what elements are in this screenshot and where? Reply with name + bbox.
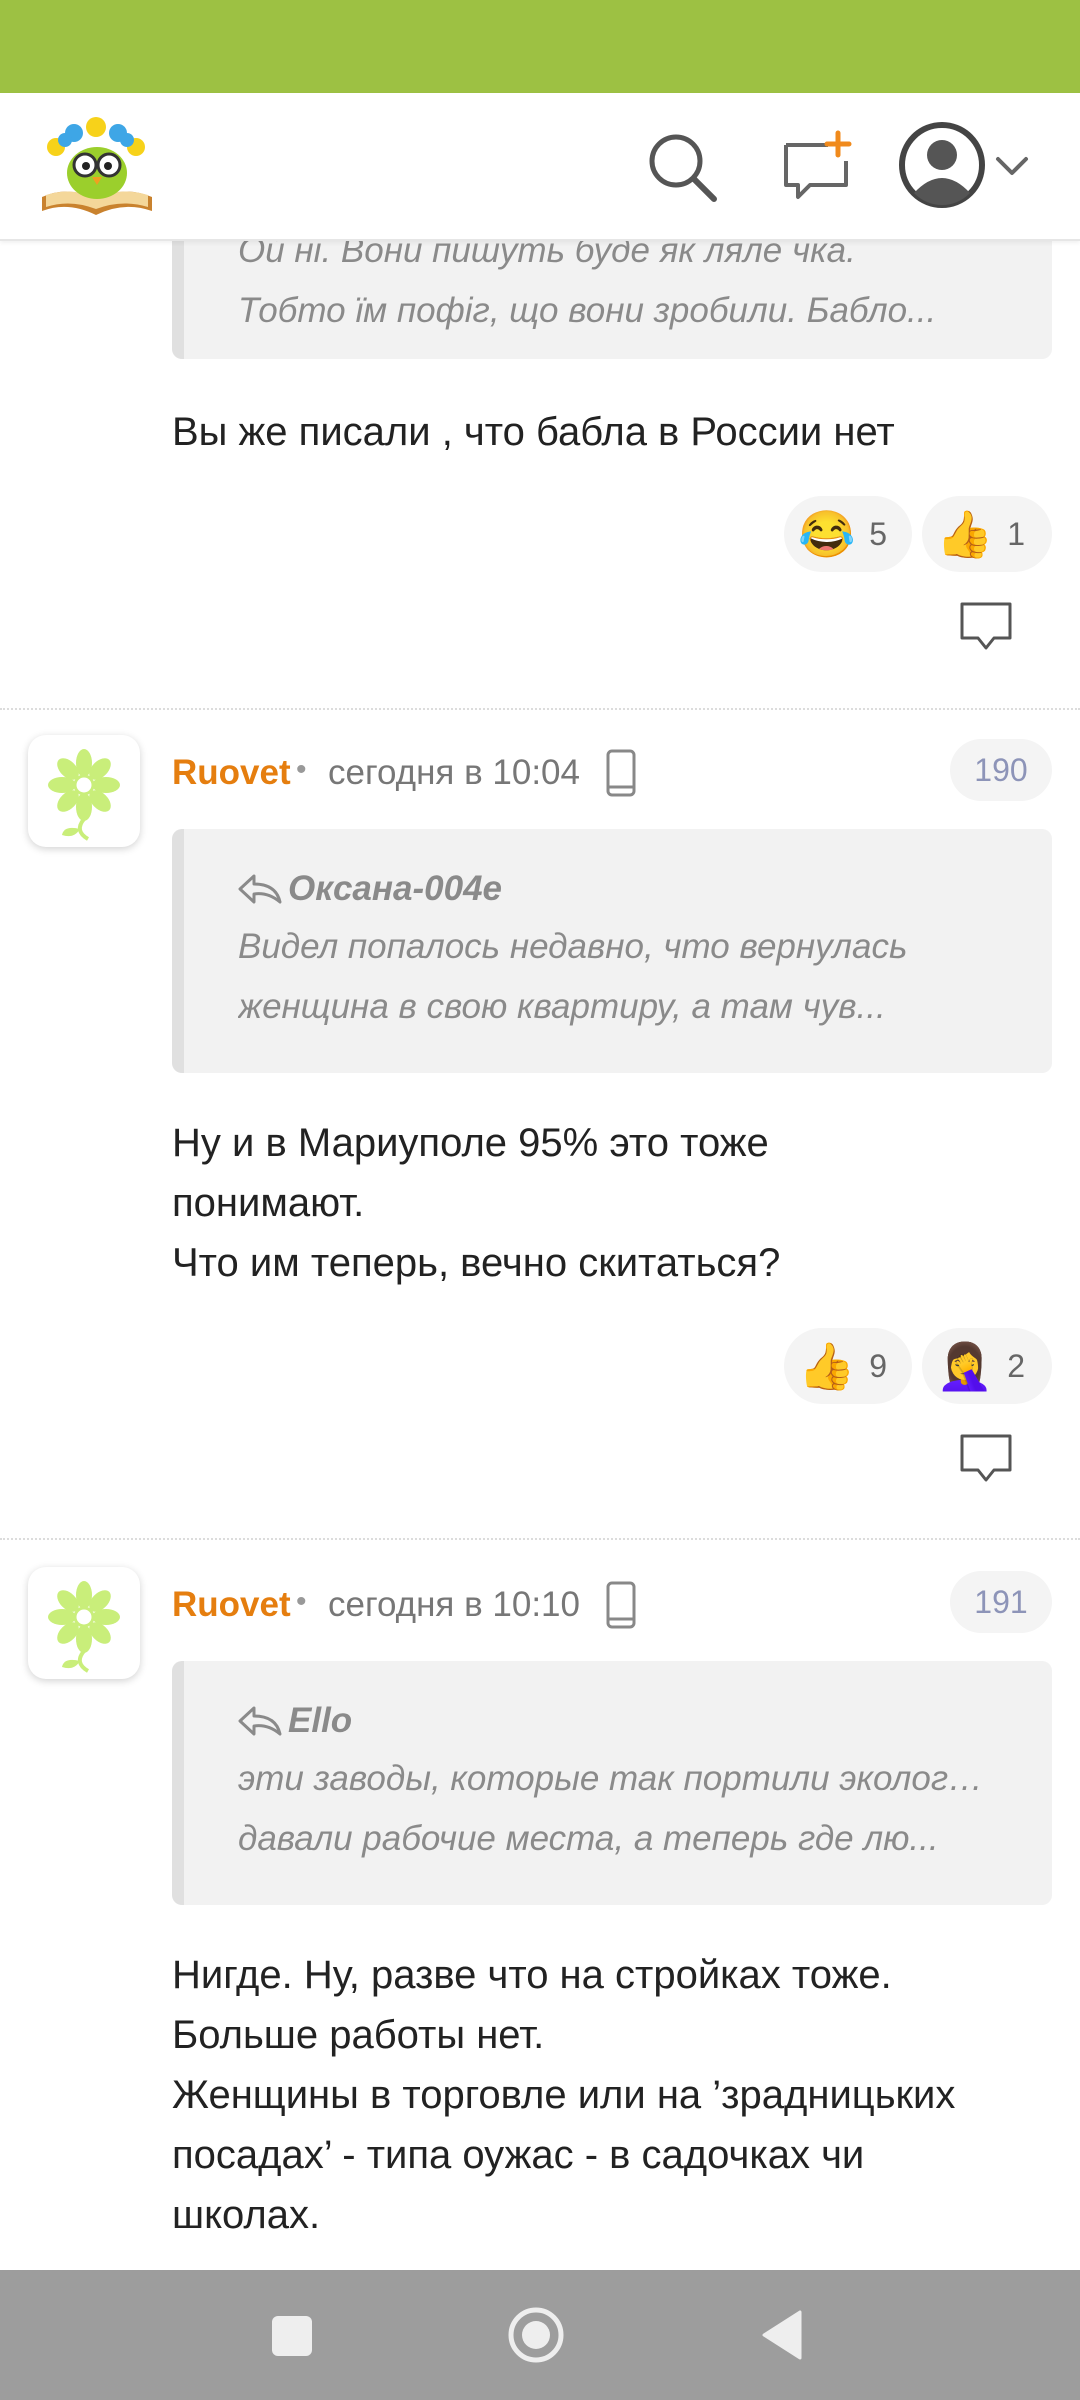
avatar[interactable] (28, 1567, 140, 1679)
quote-text-line: эти заводы, которые так портили экологию… (238, 1759, 1002, 1798)
thumbs-up-emoji-icon: 👍 (936, 508, 994, 560)
reaction-count: 2 (1007, 1347, 1026, 1384)
square-recents-icon[interactable] (270, 2314, 314, 2358)
comments-feed: Ой ні. Вони пишуть буде як ляле чка. Тоб… (0, 239, 1080, 2270)
comment-timestamp: сегодня в 10:04 (328, 753, 580, 792)
avatar[interactable] (28, 735, 140, 847)
separator-dot: • (296, 753, 307, 786)
comment-divider (0, 1538, 1080, 1540)
reply-icon[interactable] (956, 1430, 1016, 1486)
quote-block[interactable]: Ой ні. Вони пишуть буде як ляле чка. Тоб… (172, 239, 1052, 359)
quote-author-name: Ello (288, 1701, 353, 1740)
comment-header: Ruovet • сегодня в 10:10 191 (0, 1567, 1080, 1679)
quote-text-line: женщина в свою квартиру, а там чув... (238, 987, 886, 1026)
reply-arrow-icon (238, 1706, 282, 1736)
quote-author: Оксана-004е (238, 867, 502, 911)
reaction-thumbs-up[interactable]: 👍 9 (784, 1328, 912, 1404)
quote-block[interactable]: Ello эти заводы, которые так портили эко… (172, 1661, 1052, 1905)
reaction-facepalm[interactable]: 🤦‍♀️ 2 (922, 1328, 1052, 1404)
author-name[interactable]: Ruovet (172, 1585, 291, 1625)
comment-text-line: Вы же писали , что бабла в России нет (172, 410, 895, 454)
reaction-count: 5 (869, 515, 888, 552)
quote-author-name: Оксана-004е (288, 869, 503, 908)
reaction-laugh[interactable]: 😂 5 (784, 496, 912, 572)
circle-home-icon[interactable] (506, 2305, 566, 2365)
mobile-device-icon (606, 749, 636, 797)
comment-text-line: Больше работы нет. (172, 2013, 545, 2057)
comment-text: Вы же писали , что бабла в России нет (172, 402, 1052, 462)
system-navigation-bar (0, 2270, 1080, 2400)
user-avatar-icon[interactable] (898, 121, 986, 209)
comment-number-badge[interactable]: 190 (950, 739, 1052, 801)
comment-text-line: Нигде. Ну, разве что на стройках тоже. (172, 1953, 892, 1997)
quote-author: Ello (238, 1699, 352, 1743)
reaction-count: 9 (869, 1347, 888, 1384)
chevron-down-icon[interactable] (994, 149, 1030, 185)
comment-text: Ну и в Мариуполе 95% это тоже понимают. … (172, 1113, 1052, 1293)
reaction-thumbs-up[interactable]: 👍 1 (922, 496, 1052, 572)
flower-avatar-icon (48, 749, 120, 841)
search-icon[interactable] (642, 127, 722, 207)
comment-number-badge[interactable]: 191 (950, 1571, 1052, 1633)
comment-divider (0, 708, 1080, 710)
comment-text-line: Что им теперь, вечно скитаться? (172, 1241, 781, 1285)
new-message-icon[interactable] (776, 127, 856, 207)
quote-text-line: Видел попалось недавно, что вернулась (238, 927, 908, 966)
flower-avatar-icon (48, 1581, 120, 1673)
quote-text-line: Тобто їм пофіг, що вони зробили. Бабло..… (238, 291, 937, 330)
quote-text-line: Ой ні. Вони пишуть буде як ляле чка. (238, 239, 856, 270)
separator-dot: • (296, 1585, 307, 1618)
facepalm-emoji-icon: 🤦‍♀️ (936, 1340, 994, 1392)
comment-text-line: Ну и в Мариуполе 95% это тоже (172, 1121, 769, 1165)
quote-block[interactable]: Оксана-004е Видел попалось недавно, что … (172, 829, 1052, 1073)
reply-arrow-icon (238, 874, 282, 904)
comment-text-line: Женщины в торговле или на ’зрадницьких (172, 2073, 956, 2117)
thumbs-up-emoji-icon: 👍 (798, 1340, 856, 1392)
owl-on-book-logo[interactable] (34, 111, 160, 221)
comment-text-line: школах. (172, 2193, 321, 2237)
comment-header: Ruovet • сегодня в 10:04 190 (0, 735, 1080, 847)
laughing-emoji-icon: 😂 (798, 508, 856, 560)
reaction-count: 1 (1007, 515, 1026, 552)
comment-text: Нигде. Ну, разве что на стройках тоже. Б… (172, 1945, 1052, 2245)
triangle-back-icon[interactable] (760, 2310, 804, 2360)
comment-text-line: понимают. (172, 1181, 365, 1225)
comment-text-line: посадах’ - типа оужас - в садочках чи (172, 2133, 865, 2177)
mobile-device-icon (606, 1581, 636, 1629)
status-bar (0, 0, 1080, 93)
quote-text-line: давали рабочие места, а теперь где лю... (238, 1819, 939, 1858)
reply-icon[interactable] (956, 598, 1016, 654)
author-name[interactable]: Ruovet (172, 753, 291, 793)
app-header (0, 93, 1080, 241)
comment-timestamp: сегодня в 10:10 (328, 1585, 580, 1624)
